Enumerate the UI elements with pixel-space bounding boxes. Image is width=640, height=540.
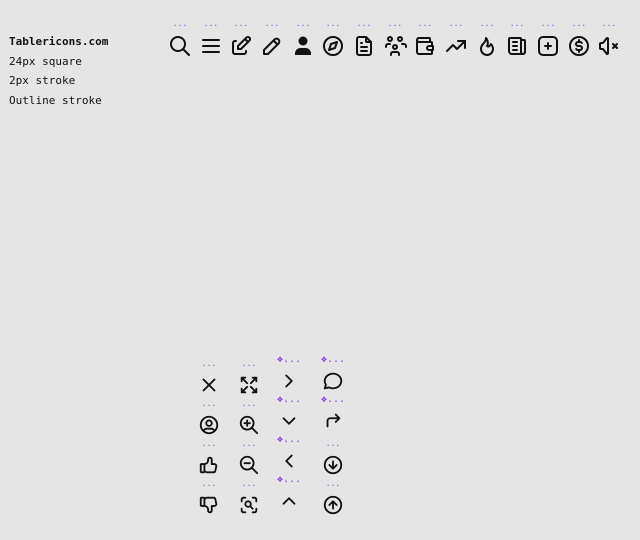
file-text-icon	[356, 36, 372, 56]
news-icon	[508, 37, 526, 55]
x-icon	[202, 378, 216, 392]
icon-tile-users[interactable]: ...	[380, 20, 410, 56]
icon-tile-user-circle[interactable]: ...	[194, 400, 224, 436]
info-panel: Tablericons.com 24px square 2px stroke O…	[9, 32, 108, 110]
icon-tile-chevron-right[interactable]: ❖...	[274, 355, 304, 392]
zoom-in-icon	[239, 415, 259, 435]
icon-tile-circle-arrow-down[interactable]: ...	[318, 440, 348, 476]
chevron-right-icon	[285, 374, 293, 388]
icon-tile-pencil[interactable]: ...	[257, 20, 287, 56]
icon-tile-edit[interactable]: ...	[226, 20, 256, 56]
user-icon	[295, 36, 311, 55]
arrows-maximize-icon	[240, 376, 258, 394]
chevron-left-icon	[285, 454, 293, 468]
icon-tile-volume-mute[interactable]: ...	[594, 20, 624, 56]
square-plus-icon	[538, 36, 558, 56]
icon-tile-compass[interactable]: ...	[318, 20, 348, 56]
zoom-out-icon	[239, 455, 259, 475]
thumb-up-icon	[199, 456, 218, 474]
icon-tile-trending-up[interactable]: ...	[441, 20, 471, 56]
chevron-up-icon	[282, 497, 296, 505]
users-icon	[385, 36, 407, 56]
pencil-icon	[263, 37, 281, 55]
compass-icon	[323, 36, 343, 56]
icon-tile-x[interactable]: ...	[194, 360, 224, 396]
site-title: Tablericons.com	[9, 35, 109, 48]
icon-tile-search[interactable]: ...	[165, 20, 195, 56]
user-circle-icon	[199, 415, 219, 435]
spec-stroke: 2px stroke	[9, 74, 76, 87]
icon-tile-corner-up-right[interactable]: ❖...	[318, 395, 348, 432]
spec-size: 24px square	[9, 54, 82, 68]
icon-tile-thumb-down[interactable]: ...	[194, 480, 224, 516]
flame-icon	[480, 37, 494, 56]
chevron-down-icon	[282, 417, 296, 425]
volume-mute-icon	[599, 37, 618, 55]
thumb-down-icon	[199, 496, 218, 514]
spec-style: Outline stroke	[9, 93, 102, 107]
circle-arrow-down-icon	[323, 455, 343, 475]
icon-tile-chevron-up[interactable]: ❖...	[274, 475, 304, 512]
icon-tile-wallet[interactable]: ...	[410, 20, 440, 56]
icon-tile-chevron-down[interactable]: ❖...	[274, 395, 304, 432]
icon-tile-user[interactable]: ...	[288, 20, 318, 56]
icon-tile-news[interactable]: ...	[502, 20, 532, 56]
search-icon	[170, 36, 190, 56]
icon-tile-menu[interactable]: ...	[196, 20, 226, 56]
icon-tile-circle-arrow-up[interactable]: ...	[318, 480, 348, 516]
message-circle-icon	[323, 372, 343, 390]
trending-up-icon	[446, 40, 466, 52]
icon-tile-zoom-out[interactable]: ...	[234, 440, 264, 476]
edit-icon	[232, 36, 251, 55]
icon-tile-message-circle[interactable]: ❖...	[318, 355, 348, 392]
icon-tile-zoom-in[interactable]: ...	[234, 400, 264, 436]
currency-dollar-icon	[569, 36, 589, 56]
icon-tile-square-plus[interactable]: ...	[533, 20, 563, 56]
circle-arrow-up-icon	[323, 495, 343, 515]
corner-up-right-icon	[326, 413, 341, 428]
icon-tile-flame[interactable]: ...	[472, 20, 502, 56]
icon-tile-arrows-maximize[interactable]: ...	[234, 360, 264, 396]
icon-tile-zoom-scan[interactable]: ...	[234, 480, 264, 516]
wallet-icon	[416, 37, 434, 55]
icon-tile-currency-dollar[interactable]: ...	[564, 20, 594, 56]
icon-tile-thumb-up[interactable]: ...	[194, 440, 224, 476]
icon-tile-file-text[interactable]: ...	[349, 20, 379, 56]
icon-tile-chevron-left[interactable]: ❖...	[274, 435, 304, 472]
menu-icon	[202, 39, 220, 53]
zoom-scan-icon	[240, 496, 258, 514]
